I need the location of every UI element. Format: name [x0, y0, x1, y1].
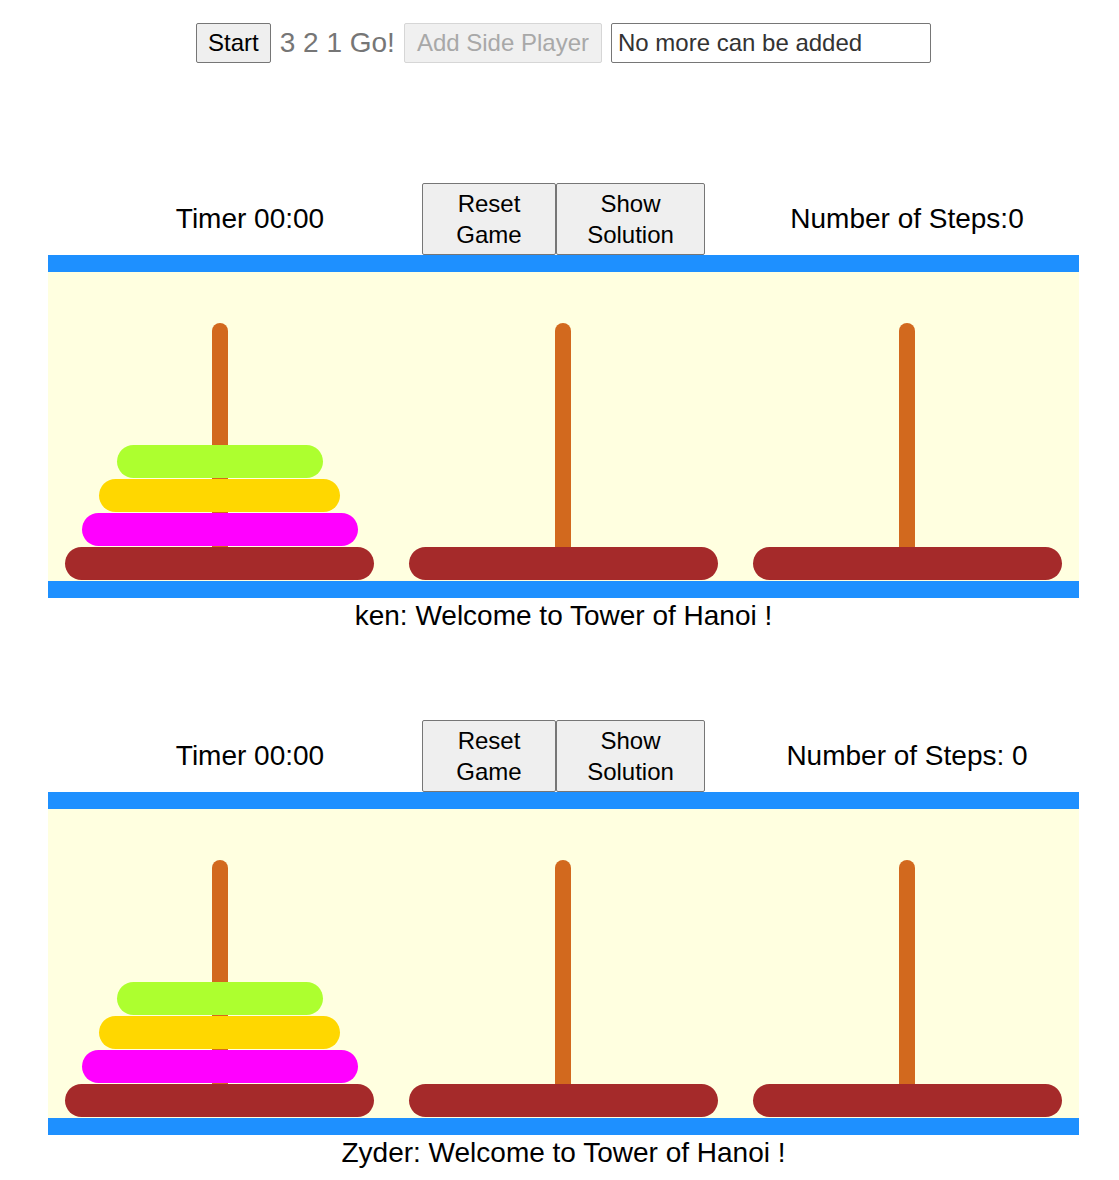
countdown: 3 2 1 Go!: [280, 27, 395, 59]
disk[interactable]: [82, 513, 358, 546]
game-panel: Timer 00:00 Reset GameShow Solution Numb…: [48, 720, 1079, 1171]
pole: [555, 860, 571, 1098]
start-button[interactable]: Start: [196, 23, 271, 63]
status-message: ken: Welcome to Tower of Hanoi !: [48, 598, 1079, 634]
toolbar: Start 3 2 1 Go! Add Side Player: [0, 22, 1119, 63]
game-header: Timer 00:00 Reset GameShow Solution Numb…: [48, 720, 1079, 792]
tower-base: [65, 547, 374, 580]
timer: Timer 00:00: [48, 203, 422, 235]
tower[interactable]: [735, 809, 1079, 1118]
player-name-field[interactable]: [611, 23, 931, 63]
tower[interactable]: [392, 272, 736, 581]
tower[interactable]: [48, 809, 392, 1118]
pole: [899, 860, 915, 1098]
disk[interactable]: [99, 479, 340, 512]
game-button[interactable]: Reset Game: [422, 720, 556, 792]
disk[interactable]: [117, 445, 323, 478]
game-panel: Timer 00:00 Reset GameShow Solution Numb…: [48, 183, 1079, 634]
tower[interactable]: [48, 272, 392, 581]
steps-counter: Number of Steps: 0: [705, 740, 1079, 772]
pole: [899, 323, 915, 561]
tower-base: [753, 547, 1062, 580]
timer: Timer 00:00: [48, 740, 422, 772]
game-header: Timer 00:00 Reset GameShow Solution Numb…: [48, 183, 1079, 255]
steps-counter: Number of Steps:0: [705, 203, 1079, 235]
tower-base: [409, 1084, 718, 1117]
disk[interactable]: [99, 1016, 340, 1049]
tower[interactable]: [392, 809, 736, 1118]
game-buttons: Reset GameShow Solution: [422, 720, 705, 792]
disk[interactable]: [82, 1050, 358, 1083]
add-side-player-button[interactable]: Add Side Player: [404, 23, 602, 63]
tower-base: [753, 1084, 1062, 1117]
game-buttons: Reset GameShow Solution: [422, 183, 705, 255]
disk[interactable]: [117, 982, 323, 1015]
status-message: Zyder: Welcome to Tower of Hanoi !: [48, 1135, 1079, 1171]
tower-area: [48, 272, 1079, 581]
tower-base: [65, 1084, 374, 1117]
tower-base: [409, 547, 718, 580]
game-button[interactable]: Show Solution: [556, 720, 705, 792]
page: Start 3 2 1 Go! Add Side Player Timer 00…: [0, 0, 1119, 1171]
board: [48, 792, 1079, 1135]
tower[interactable]: [735, 272, 1079, 581]
board: [48, 255, 1079, 598]
game-button[interactable]: Reset Game: [422, 183, 556, 255]
game-button[interactable]: Show Solution: [556, 183, 705, 255]
pole: [555, 323, 571, 561]
tower-area: [48, 809, 1079, 1118]
